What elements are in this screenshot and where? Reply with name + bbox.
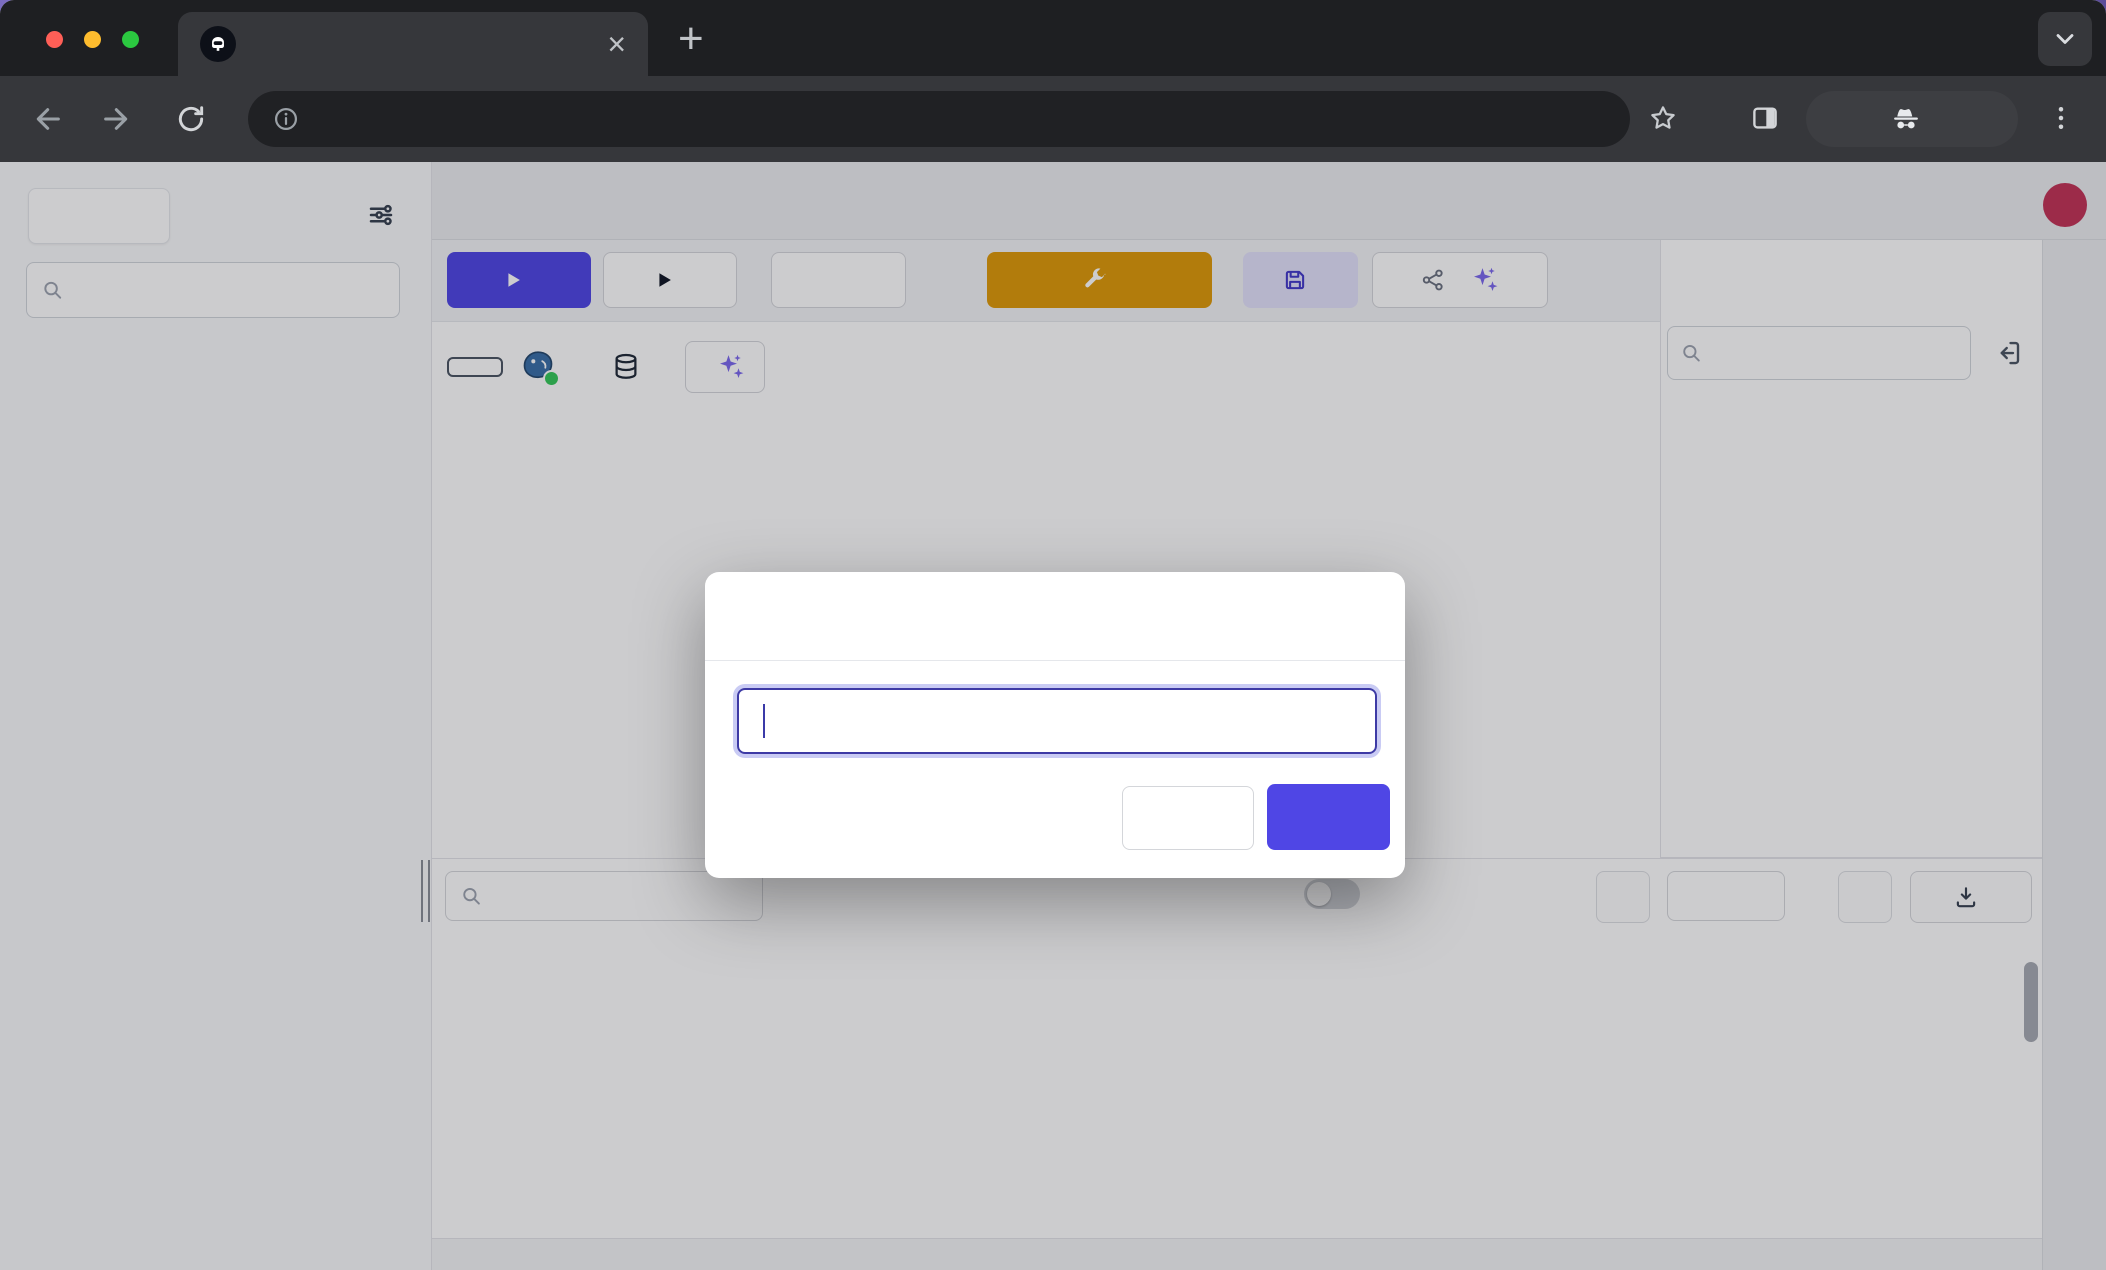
address-bar[interactable] bbox=[248, 91, 1630, 147]
new-browser-tab-button[interactable]: + bbox=[678, 14, 704, 64]
window-close-button[interactable] bbox=[46, 31, 63, 48]
tab-search-chevron-button[interactable] bbox=[2038, 12, 2092, 66]
sheet-name-input[interactable] bbox=[737, 688, 1377, 754]
browser-tab-close-icon[interactable]: × bbox=[607, 28, 626, 60]
side-panel-icon[interactable] bbox=[1750, 103, 1780, 133]
incognito-icon bbox=[1891, 104, 1921, 134]
window-minimize-button[interactable] bbox=[84, 31, 101, 48]
browser-window: × + bbox=[0, 0, 2106, 1270]
browser-toolbar bbox=[0, 76, 2106, 162]
modal-save-button[interactable] bbox=[1267, 784, 1390, 850]
browser-tab[interactable]: × bbox=[178, 12, 648, 76]
text-caret bbox=[763, 704, 765, 738]
bytebase-favicon-icon bbox=[200, 26, 236, 62]
modal-close-button[interactable] bbox=[1122, 786, 1254, 850]
browser-menu-icon[interactable] bbox=[2046, 103, 2076, 133]
back-icon[interactable] bbox=[33, 103, 65, 135]
modal-divider bbox=[705, 660, 1405, 661]
bookmark-star-icon[interactable] bbox=[1648, 103, 1678, 133]
window-zoom-button[interactable] bbox=[122, 31, 139, 48]
incognito-badge bbox=[1806, 91, 2018, 147]
save-sheet-modal bbox=[705, 572, 1405, 878]
forward-icon[interactable] bbox=[99, 103, 131, 135]
browser-titlebar: × + bbox=[0, 0, 2106, 76]
site-info-icon[interactable] bbox=[272, 105, 300, 133]
reload-icon[interactable] bbox=[175, 103, 207, 135]
